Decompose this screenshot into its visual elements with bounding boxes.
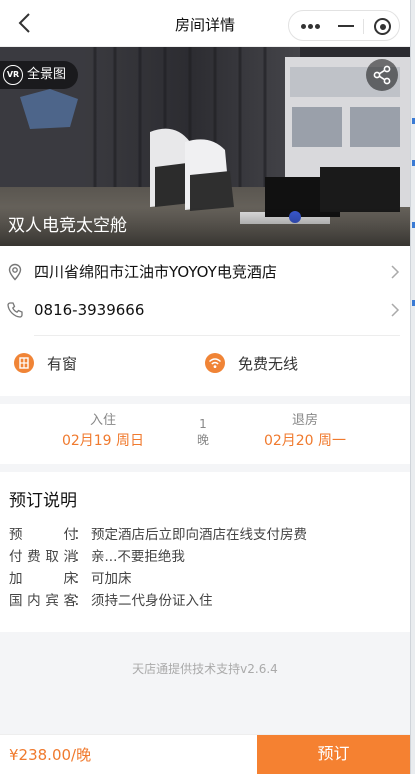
booking-notes-title: 预订说明 <box>9 491 77 511</box>
room-name: 双人电竞太空舱 <box>0 207 410 246</box>
chevron-right-icon <box>391 303 400 317</box>
feature-label: 免费无线 <box>238 355 299 373</box>
note-key: 加床 <box>9 568 87 590</box>
phone-row[interactable]: 0816-3939666 <box>0 290 410 330</box>
checkout[interactable]: 退房 02月20 周一 <box>235 412 375 452</box>
chevron-right-icon <box>391 265 400 279</box>
checkout-label: 退房 <box>291 413 318 428</box>
nav-bar: 房间详情 <box>0 0 410 47</box>
checkin-date: 02月19 周日 <box>61 433 145 449</box>
minimize-icon[interactable] <box>338 25 354 27</box>
room-photo[interactable]: VR 全景图 双人电竞太空舱 <box>0 47 410 246</box>
desktop-edge <box>410 0 415 774</box>
screen: 房间详情 VR 全景图 双人电竞太空舱 四川省绵阳市江油市YOYOY电竞酒店 0… <box>0 0 415 774</box>
note-value: 亲...不要拒绝我 <box>91 549 185 565</box>
stay-dates[interactable]: 入住 02月19 周日 1 晚 退房 02月20 周一 <box>0 404 410 464</box>
capsule-divider <box>363 19 364 34</box>
divider <box>34 335 400 336</box>
checkin-label: 入住 <box>89 413 116 428</box>
bottom-bar: ¥238.00/晚 预订 <box>0 734 410 774</box>
price: ¥238.00/晚 <box>9 746 92 764</box>
more-icon[interactable] <box>301 24 321 30</box>
note-key: 付费取消 <box>9 546 87 568</box>
feature-label: 有窗 <box>47 355 78 373</box>
note-row: 国内宾客须持二代身份证入住 <box>9 590 213 612</box>
checkout-date: 02月20 周一 <box>263 433 347 449</box>
note-row: 加床可加床 <box>9 568 132 590</box>
note-row: 付费取消亲...不要拒绝我 <box>9 546 185 568</box>
note-value: 预定酒店后立即向酒店在线支付房费 <box>91 527 307 543</box>
mini-program-page: 房间详情 VR 全景图 双人电竞太空舱 四川省绵阳市江油市YOYOY电竞酒店 0… <box>0 0 410 774</box>
book-button[interactable]: 预订 <box>257 735 410 774</box>
hotel-info-card: 四川省绵阳市江油市YOYOY电竞酒店 0816-3939666 有窗 免费无线 <box>0 246 410 396</box>
address-text: 四川省绵阳市江油市YOYOY电竞酒店 <box>34 263 277 281</box>
phone-icon <box>7 302 23 318</box>
tech-support-note: 天店通提供技术支持v2.6.4 <box>132 662 278 676</box>
panorama-label: 全景图 <box>27 67 67 82</box>
checkin[interactable]: 入住 02月19 周日 <box>33 412 173 452</box>
phone-text: 0816-3939666 <box>34 301 145 319</box>
note-value: 可加床 <box>91 571 132 587</box>
panorama-button[interactable]: VR 全景图 <box>0 61 78 89</box>
close-circle-icon[interactable] <box>374 18 391 35</box>
capsule-menu <box>288 10 400 41</box>
nights-count: 1 <box>199 417 207 431</box>
note-value: 须持二代身份证入住 <box>91 593 213 609</box>
note-key: 国内宾客 <box>9 590 87 612</box>
booking-notes: 预订说明 预付预定酒店后立即向酒店在线支付房费 付费取消亲...不要拒绝我 加床… <box>0 472 410 632</box>
address-row[interactable]: 四川省绵阳市江油市YOYOY电竞酒店 <box>0 252 410 292</box>
nights: 1 晚 <box>193 416 213 448</box>
window-icon <box>14 353 34 373</box>
share-button[interactable] <box>366 59 398 91</box>
wifi-icon <box>205 353 225 373</box>
vr-icon: VR <box>3 65 23 85</box>
note-row: 预付预定酒店后立即向酒店在线支付房费 <box>9 524 307 546</box>
note-key: 预付 <box>9 524 87 546</box>
share-icon <box>373 65 391 85</box>
location-pin-icon <box>8 263 22 281</box>
nights-unit: 晚 <box>196 433 209 447</box>
